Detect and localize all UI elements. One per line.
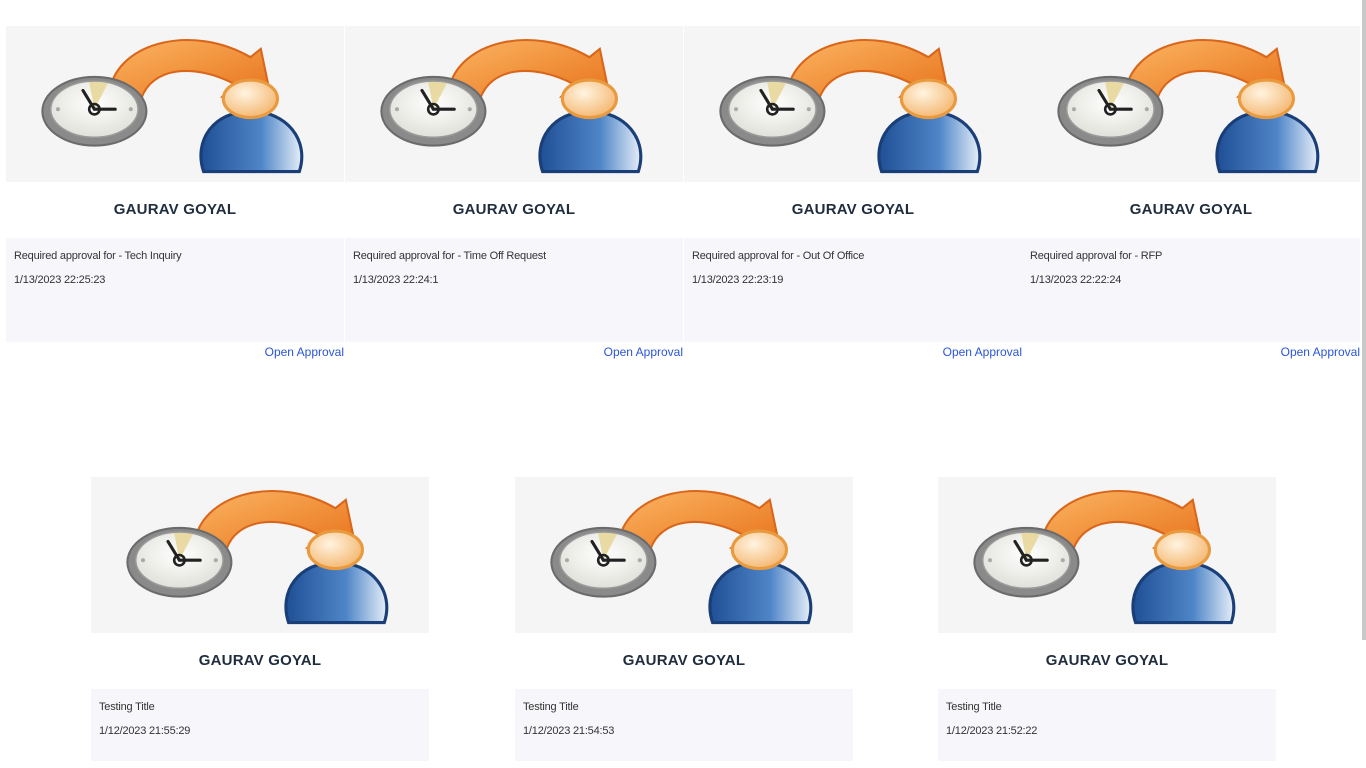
link-container: Open Approval: [684, 342, 1022, 362]
approval-card: GAURAV GOYAL Testing Title 1/12/2023 21:…: [938, 477, 1276, 761]
approval-clock-user-icon: [549, 489, 813, 625]
approval-title: Testing Title: [99, 701, 155, 713]
approval-details: Required approval for - RFP 1/13/2023 22…: [1022, 238, 1360, 342]
approval-card: GAURAV GOYAL Required approval for - Tec…: [6, 26, 344, 362]
approval-title: Required approval for - Out Of Office: [692, 250, 865, 262]
approval-image: [938, 477, 1276, 633]
vertical-scrollbar[interactable]: [1362, 0, 1366, 640]
approval-image: [91, 477, 429, 633]
approval-card: GAURAV GOYAL Testing Title 1/12/2023 21:…: [515, 477, 853, 761]
approval-clock-user-icon: [40, 38, 304, 174]
approval-title: Required approval for - Time Off Request: [353, 250, 546, 262]
approval-clock-user-icon: [1056, 38, 1320, 174]
approval-image: [1022, 26, 1360, 182]
link-container: Open Approval: [1022, 342, 1360, 362]
requester-name: GAURAV GOYAL: [452, 201, 576, 218]
approval-card: GAURAV GOYAL Testing Title 1/12/2023 21:…: [91, 477, 429, 761]
approval-date: 1/13/2023 22:23:19: [692, 274, 784, 286]
approval-image: [515, 477, 853, 633]
open-approval-link[interactable]: Open Approval: [604, 345, 683, 359]
approval-clock-user-icon: [379, 38, 643, 174]
approval-clock-user-icon: [125, 489, 389, 625]
requester-name: GAURAV GOYAL: [791, 201, 915, 218]
open-approval-link[interactable]: Open Approval: [265, 345, 344, 359]
approval-details: Testing Title 1/12/2023 21:52:22: [938, 689, 1276, 761]
approval-date: 1/12/2023 21:54:53: [523, 725, 615, 737]
approval-title: Required approval for - RFP: [1030, 250, 1163, 262]
approval-date: 1/13/2023 22:22:24: [1030, 274, 1122, 286]
approval-details: Testing Title 1/12/2023 21:54:53: [515, 689, 853, 761]
approval-image: [345, 26, 683, 182]
approval-card: GAURAV GOYAL Required approval for - Tim…: [345, 26, 683, 362]
approval-card: GAURAV GOYAL Required approval for - RFP…: [1022, 26, 1360, 362]
approval-date: 1/12/2023 21:55:29: [99, 725, 191, 737]
approval-card: GAURAV GOYAL Required approval for - Out…: [684, 26, 1022, 362]
approval-details: Required approval for - Tech Inquiry 1/1…: [6, 238, 344, 342]
open-approval-link[interactable]: Open Approval: [1281, 345, 1360, 359]
approval-clock-user-icon: [972, 489, 1236, 625]
requester-name: GAURAV GOYAL: [198, 652, 322, 669]
approval-title: Testing Title: [523, 701, 579, 713]
approval-date: 1/13/2023 22:24:1: [353, 274, 439, 286]
approval-details: Testing Title 1/12/2023 21:55:29: [91, 689, 429, 761]
approval-title: Required approval for - Tech Inquiry: [14, 250, 182, 262]
open-approval-link[interactable]: Open Approval: [943, 345, 1022, 359]
approval-clock-user-icon: [718, 38, 982, 174]
approval-details: Required approval for - Time Off Request…: [345, 238, 683, 342]
requester-name: GAURAV GOYAL: [1129, 201, 1253, 218]
requester-name: GAURAV GOYAL: [1045, 652, 1169, 669]
approval-image: [684, 26, 1022, 182]
approval-title: Testing Title: [946, 701, 1002, 713]
approval-details: Required approval for - Out Of Office 1/…: [684, 238, 1022, 342]
approval-date: 1/13/2023 22:25:23: [14, 274, 106, 286]
approval-date: 1/12/2023 21:52:22: [946, 725, 1038, 737]
approval-image: [6, 26, 344, 182]
requester-name: GAURAV GOYAL: [113, 201, 237, 218]
link-container: Open Approval: [345, 342, 683, 362]
link-container: Open Approval: [6, 342, 344, 362]
requester-name: GAURAV GOYAL: [622, 652, 746, 669]
